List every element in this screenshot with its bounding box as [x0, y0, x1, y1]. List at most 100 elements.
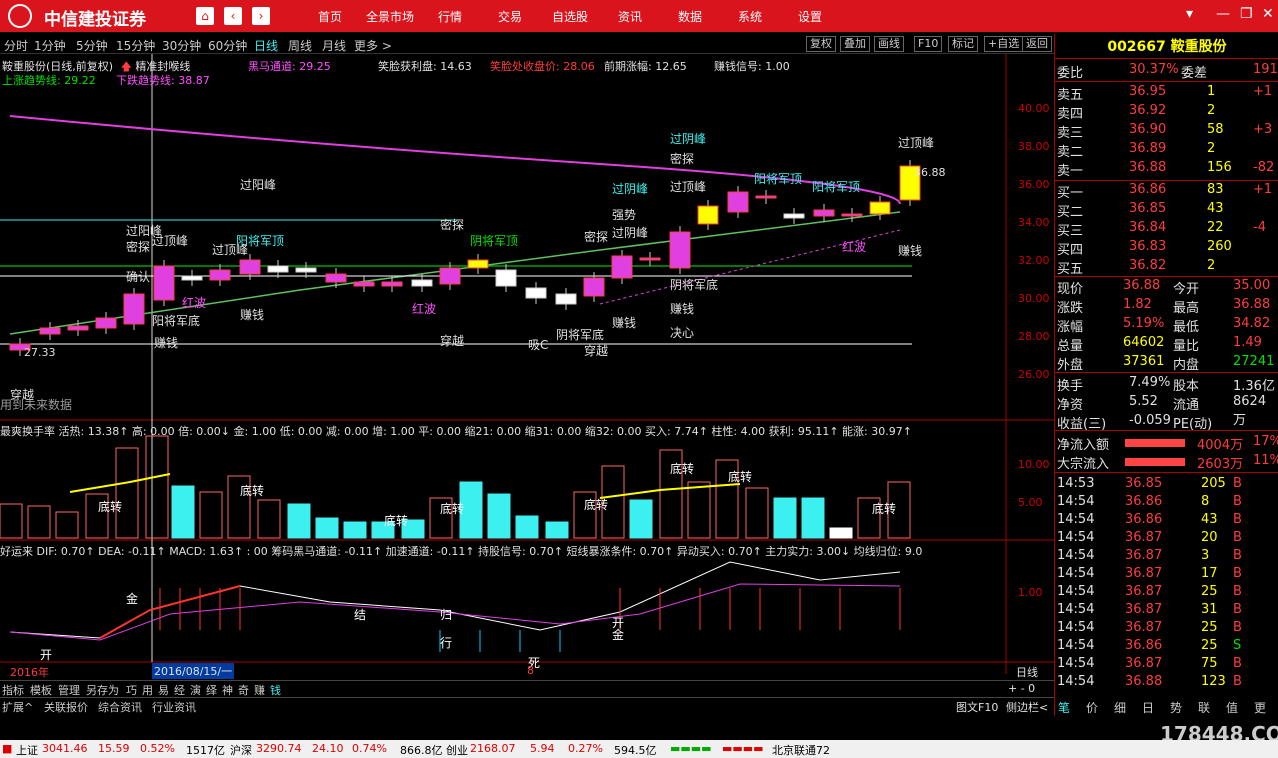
menu-settings[interactable]: 设置 [798, 8, 822, 25]
bid-label: 买四 [1057, 243, 1084, 258]
f10-graphic-tab[interactable]: 图文F10 [956, 699, 998, 715]
extension-tab[interactable]: 综合资讯 [98, 699, 142, 715]
indicator-tab[interactable]: 管理 [58, 682, 80, 698]
period-60min[interactable]: 60分钟 [208, 37, 247, 54]
detail-tab[interactable]: 更 [1254, 699, 1266, 716]
cy-amount: 594.5亿 [614, 744, 657, 757]
volume-bar [0, 503, 23, 539]
period-daily[interactable]: 日线 [254, 37, 278, 54]
home-icon[interactable]: ⌂ [196, 7, 214, 25]
indicator-tab[interactable]: 经 [174, 682, 185, 698]
indicator-tab[interactable]: 赚 [254, 682, 265, 698]
tick-volume: 25 [1201, 620, 1218, 635]
extension-tab[interactable]: 扩展^ [2, 699, 33, 715]
period-30min[interactable]: 30分钟 [162, 37, 201, 54]
weicha-label: 委差 [1181, 66, 1208, 81]
f10-button[interactable]: F10 [914, 36, 943, 52]
volume-ma-line [69, 473, 741, 499]
volume-bar [687, 481, 711, 539]
back-icon[interactable]: ‹ [224, 7, 242, 25]
divider [1055, 472, 1278, 473]
indicator-tab[interactable]: 钱 [270, 682, 281, 698]
menu-data[interactable]: 数据 [678, 8, 702, 25]
kline-chart[interactable] [0, 54, 1054, 674]
hs-value: 3290.74 [256, 742, 302, 755]
tick-price: 36.87 [1125, 620, 1163, 635]
detail-tab[interactable]: 势 [1170, 699, 1182, 716]
indicator-tab[interactable]: 巧 [126, 682, 137, 698]
indicator-tab[interactable]: 另存为 [86, 682, 119, 698]
detail-tab[interactable]: 值 [1226, 699, 1238, 716]
add-watchlist-button[interactable]: +自选 [984, 36, 1024, 52]
tick-price: 36.87 [1125, 566, 1163, 581]
bid-volume: 2 [1207, 258, 1216, 273]
dif-line [9, 561, 901, 639]
period-1min[interactable]: 1分钟 [34, 37, 66, 54]
period-weekly[interactable]: 周线 [288, 37, 312, 54]
quote-label: 股本 [1173, 379, 1200, 394]
brand-logo-icon [8, 4, 32, 28]
candle-body [555, 293, 577, 305]
quote-value: 36.88 [1123, 278, 1161, 293]
menu-home[interactable]: 首页 [318, 8, 342, 25]
quote-label: 换手 [1057, 379, 1084, 394]
indicator-tab[interactable]: 指标 [2, 682, 24, 698]
candle-body [381, 281, 403, 287]
indicator-tab[interactable]: 模板 [30, 682, 52, 698]
menu-quotes[interactable]: 行情 [438, 8, 462, 25]
extension-tab[interactable]: 行业资讯 [152, 699, 196, 715]
sh-label: 上证 [16, 744, 38, 757]
macd-signal-label: 金 [612, 628, 625, 642]
volume-signal-label: 底转 [440, 502, 465, 516]
quote-value: 36.88 [1233, 297, 1271, 312]
extension-tab[interactable]: 关联报价 [44, 699, 88, 715]
tick-time: 14:53 [1057, 476, 1095, 491]
indicator-tab[interactable]: 奇 [238, 682, 249, 698]
quote-value: 35.00 [1233, 278, 1271, 293]
indicator-tab[interactable]: 用 [142, 682, 153, 698]
detail-tab[interactable]: 日 [1142, 699, 1154, 716]
period-tick[interactable]: 分时 [4, 37, 28, 54]
menu-system[interactable]: 系统 [738, 8, 762, 25]
indicator-tab[interactable]: 绎 [206, 682, 217, 698]
tick-side: B [1233, 512, 1242, 527]
candle-body [525, 287, 547, 299]
menu-market[interactable]: 全景市场 [366, 8, 414, 25]
period-5min[interactable]: 5分钟 [76, 37, 108, 54]
period-15min[interactable]: 15分钟 [116, 37, 155, 54]
detail-tab[interactable]: 笔 [1058, 699, 1070, 716]
mark-button[interactable]: 标记 [948, 36, 978, 52]
menu-watchlist[interactable]: 自选股 [552, 8, 588, 25]
bid-price: 36.85 [1129, 201, 1167, 216]
skin-icon[interactable]: ▾ [1186, 6, 1193, 22]
close-icon[interactable]: ✕ [1262, 6, 1274, 22]
forward-icon[interactable]: › [252, 7, 270, 25]
tick-row: 14:54 36.87 20 B [1057, 530, 1277, 548]
ask-delta: +3 [1253, 122, 1273, 137]
sidebar-toggle[interactable]: 侧边栏< [1006, 699, 1048, 715]
menu-news[interactable]: 资讯 [618, 8, 642, 25]
period-monthly[interactable]: 月线 [322, 37, 346, 54]
period-more[interactable]: 更多 > [354, 37, 392, 54]
detail-tab[interactable]: 联 [1198, 699, 1210, 716]
detail-tab[interactable]: 细 [1114, 699, 1126, 716]
indicator-tab[interactable]: 神 [222, 682, 233, 698]
minimize-icon[interactable]: — [1216, 6, 1230, 22]
indicator-tab[interactable]: 易 [158, 682, 169, 698]
restore-rights-button[interactable]: 复权 [806, 36, 836, 52]
maximize-icon[interactable]: ❐ [1240, 6, 1253, 22]
overlay-button[interactable]: 叠加 [840, 36, 870, 52]
menu-trade[interactable]: 交易 [498, 8, 522, 25]
indicator-tab[interactable]: 演 [190, 682, 201, 698]
tick-row: 14:54 36.87 3 B [1057, 548, 1277, 566]
detail-tab[interactable]: 价 [1086, 699, 1098, 716]
ask-delta: -82 [1253, 160, 1275, 175]
status-bar: ■ 上证 3041.46 15.59 0.52% 1517亿 沪深 3290.7… [0, 740, 1278, 758]
tick-price: 36.86 [1125, 494, 1163, 509]
signal-label: 过顶峰 [212, 243, 249, 257]
zoom-controls[interactable]: + - 0 [1008, 682, 1035, 695]
ask-row: 卖四 36.92 2 [1057, 103, 1277, 122]
draw-line-button[interactable]: 画线 [874, 36, 904, 52]
alert-icon[interactable]: ■ [2, 742, 12, 755]
return-button[interactable]: 返回 [1022, 36, 1052, 52]
